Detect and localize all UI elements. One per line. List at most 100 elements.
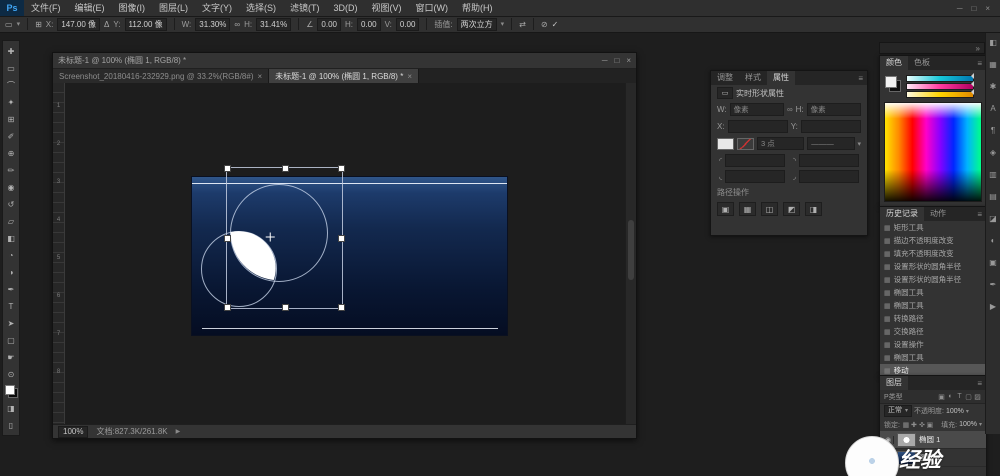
type-tool[interactable]: T — [4, 298, 18, 315]
corner-radius-field[interactable] — [799, 170, 859, 183]
menu-item[interactable]: 窗口(W) — [409, 0, 456, 16]
history-brush-tool[interactable]: ↺ — [4, 196, 18, 213]
transform-handle[interactable] — [224, 304, 231, 311]
rotate-angle-field[interactable]: 0.00 — [317, 18, 341, 31]
stroke-type-caret-icon[interactable]: ▾ — [858, 140, 862, 148]
exclude-shapes-icon[interactable]: ◨ — [805, 202, 822, 216]
transform-handle[interactable] — [224, 165, 231, 172]
shape-height-field[interactable]: 像素 — [807, 103, 861, 116]
window-control-button[interactable]: □ — [614, 56, 619, 65]
status-options-arrow-icon[interactable]: ▶ — [176, 428, 181, 435]
filter-smart-objects-icon[interactable]: ▨ — [973, 393, 982, 401]
intersect-shapes-icon[interactable]: ◩ — [783, 202, 800, 216]
info-panel-icon[interactable]: ◈ — [987, 148, 999, 157]
lock-transparency-icon[interactable]: ▦ — [902, 421, 910, 429]
warp-mode-toggle-icon[interactable]: ⇄ — [519, 20, 526, 29]
blur-tool[interactable]: ◔ — [4, 247, 18, 264]
history-step[interactable]: ▦ 转换路径 — [880, 312, 986, 325]
brush-panel-icon[interactable]: ✱ — [987, 82, 999, 91]
transform-handle[interactable] — [338, 165, 345, 172]
transform-handle[interactable] — [224, 235, 231, 242]
tab-layers[interactable]: 图层 — [880, 376, 908, 390]
shape-x-field[interactable] — [728, 120, 788, 133]
paragraph-panel-icon[interactable]: ¶ — [987, 126, 999, 135]
history-step[interactable]: ▦ 椭圆工具 — [880, 299, 986, 312]
history-step[interactable]: ▦ 交换路径 — [880, 325, 986, 338]
panel-tab[interactable]: 属性 — [767, 71, 795, 85]
zoom-level-field[interactable]: 100% — [58, 426, 88, 438]
menu-item[interactable]: 文件(F) — [24, 0, 68, 16]
opacity-value[interactable]: 100% — [946, 408, 964, 415]
filter-shape-layers-icon[interactable]: ▢ — [964, 393, 973, 401]
relative-position-icon[interactable]: Δ — [104, 20, 109, 29]
history-step[interactable]: ▦ 椭圆工具 — [880, 351, 986, 364]
transform-handle[interactable] — [282, 165, 289, 172]
history-step[interactable]: ▦ 椭圆工具 — [880, 286, 986, 299]
zoom-tool[interactable]: ⊙ — [4, 366, 18, 383]
fill-value[interactable]: 100% — [959, 421, 977, 428]
panel-menu-icon[interactable]: ≡ — [854, 74, 867, 83]
new-layer-shape-icon[interactable]: ▣ — [717, 202, 734, 216]
lasso-tool[interactable]: ⌒ — [4, 77, 18, 94]
lock-pixels-icon[interactable]: ✚ — [910, 421, 918, 429]
corner-radius-field[interactable] — [799, 154, 859, 167]
window-control-button[interactable]: □ — [971, 4, 976, 13]
document-tab[interactable]: Screenshot_20180416-232929.png @ 33.2%(R… — [53, 69, 269, 84]
gradient-tool[interactable]: ◧ — [4, 230, 18, 247]
dock-collapse-bar[interactable]: » — [879, 42, 985, 54]
document-tab[interactable]: 未标题-1 @ 100% (椭圆 1, RGB/8) * × — [269, 69, 419, 84]
marquee-tool[interactable]: ▭ — [4, 60, 18, 77]
corner-radius-field[interactable] — [725, 154, 785, 167]
clone-stamp-tool[interactable]: ◉ — [4, 179, 18, 196]
yellow-ramp-slider[interactable] — [906, 91, 974, 98]
menu-item[interactable]: 选择(S) — [239, 0, 283, 16]
color-spectrum-picker[interactable] — [884, 102, 982, 202]
move-tool[interactable]: ✚ — [4, 43, 18, 60]
cancel-transform-button[interactable]: ⊘ — [541, 20, 548, 29]
panel-tab[interactable]: 动作 — [924, 207, 952, 221]
transform-handle[interactable] — [338, 235, 345, 242]
tab-close-icon[interactable]: × — [407, 69, 412, 84]
fill-caret-icon[interactable]: ▾ — [979, 421, 982, 428]
histogram-panel-icon[interactable]: ▤ — [987, 192, 999, 201]
eraser-tool[interactable]: ▱ — [4, 213, 18, 230]
scrollbar-thumb[interactable] — [628, 220, 634, 280]
quick-selection-tool[interactable]: ✦ — [4, 94, 18, 111]
history-step[interactable]: ▦ 描边不透明度改变 — [880, 234, 986, 247]
quick-mask-icon[interactable]: ◨ — [4, 400, 18, 417]
v-skew-field[interactable]: 0.00 — [396, 18, 420, 31]
preset-caret-icon[interactable]: ▾ — [17, 20, 21, 28]
stroke-width-field[interactable]: 3 点 — [757, 137, 804, 150]
shape-stroke-swatch[interactable] — [737, 138, 754, 150]
healing-brush-tool[interactable]: ⊕ — [4, 145, 18, 162]
screen-mode-icon[interactable]: ▯ — [4, 417, 18, 434]
history-step[interactable]: ▦ 设置操作 — [880, 338, 986, 351]
link-scale-icon[interactable]: ∞ — [234, 20, 240, 29]
panel-tab[interactable]: 样式 — [739, 71, 767, 85]
filter-type-layers-icon[interactable]: T — [955, 393, 964, 401]
timeline-panel-icon[interactable]: ▶ — [987, 302, 999, 311]
character-panel-icon[interactable]: A — [987, 104, 999, 113]
menu-item[interactable]: 文字(Y) — [195, 0, 239, 16]
subtract-front-shape-icon[interactable]: ◫ — [761, 202, 778, 216]
shape-tool[interactable]: ▢ — [4, 332, 18, 349]
swatches-panel-icon[interactable]: ▦ — [987, 60, 999, 69]
filter-pixel-layers-icon[interactable]: ▣ — [937, 393, 946, 401]
opacity-caret-icon[interactable]: ▾ — [966, 408, 969, 415]
combine-shapes-icon[interactable]: ▦ — [739, 202, 756, 216]
document-titlebar[interactable]: 未标题-1 @ 100% (椭圆 1, RGB/8) * ─□× — [53, 53, 636, 69]
crop-tool[interactable]: ⊞ — [4, 111, 18, 128]
tool-preset-icon[interactable]: ▭ — [5, 20, 13, 29]
foreground-color-swatch[interactable] — [5, 385, 15, 395]
history-step[interactable]: ▦ 矩形工具 — [880, 221, 986, 234]
channels-panel-icon[interactable]: ▣ — [987, 258, 999, 267]
lock-position-icon[interactable]: ✜ — [918, 421, 926, 429]
magenta-ramp-slider[interactable] — [906, 83, 974, 90]
foreground-color-swatch[interactable] — [885, 76, 897, 88]
history-step[interactable]: ▦ 设置形状的圆角半径 — [880, 260, 986, 273]
panel-tab[interactable]: 历史记录 — [880, 207, 924, 221]
menu-item[interactable]: 图像(I) — [112, 0, 153, 16]
stroke-type-select[interactable]: ——— — [807, 137, 854, 150]
menu-item[interactable]: 滤镜(T) — [283, 0, 327, 16]
adjustments-panel-icon[interactable]: ◐ — [987, 236, 999, 245]
